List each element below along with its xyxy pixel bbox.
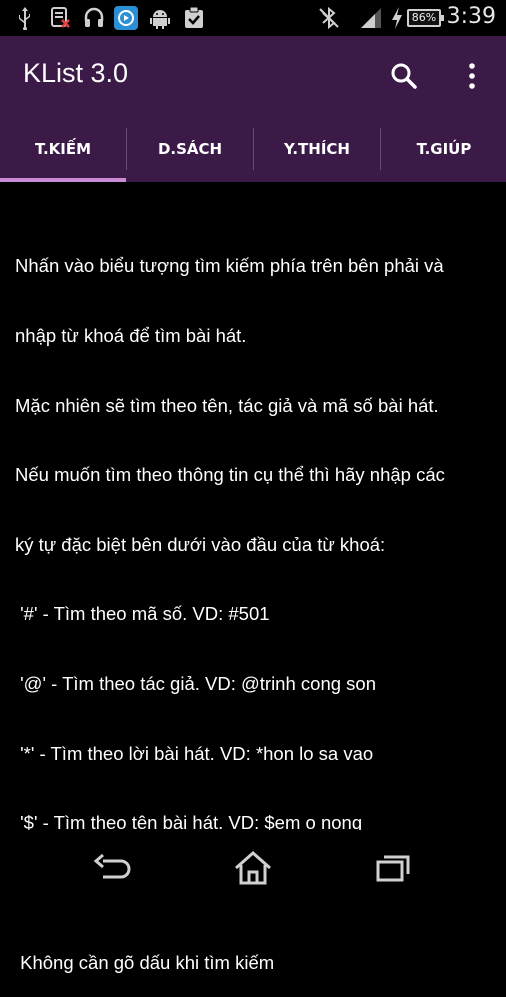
help-line: nhập từ khoá để tìm bài hát.	[15, 325, 247, 347]
bluetooth-off-icon	[316, 6, 342, 30]
battery-percent: 86%	[411, 11, 437, 24]
help-line-lyrics: '*' - Tìm theo lời bài hát. VD: *hon lo …	[15, 742, 374, 764]
help-line: ký tự đặc biệt bên dưới vào đầu của từ k…	[15, 533, 386, 555]
tab-help[interactable]: T.GIÚP	[381, 116, 506, 182]
tab-favorites[interactable]: Y.THÍCH	[254, 116, 380, 182]
help-line-author: '@' - Tìm theo tác giả. VD: @trinh cong …	[15, 673, 376, 695]
help-line: Mặc nhiên sẽ tìm theo tên, tác giả và mã…	[15, 394, 439, 416]
tab-label: D.SÁCH	[157, 140, 223, 158]
clipboard-check-icon	[182, 6, 206, 30]
help-line-note: Không cần gõ dấu khi tìm kiếm	[15, 951, 275, 973]
overflow-menu-icon[interactable]	[452, 56, 492, 96]
tab-bar: T.KIẾM D.SÁCH Y.THÍCH T.GIÚP	[0, 116, 506, 182]
signal-icon	[358, 6, 384, 30]
help-line-code: '#' - Tìm theo mã số. VD: #501	[15, 603, 270, 625]
status-time: 3:39	[446, 4, 496, 29]
android-icon	[148, 6, 172, 30]
usb-icon	[14, 6, 36, 30]
app-bar: KList 3.0	[0, 36, 506, 116]
charging-icon	[389, 6, 405, 30]
back-icon[interactable]	[88, 848, 138, 888]
search-icon[interactable]	[384, 56, 424, 96]
navigation-bar	[0, 830, 506, 900]
app-title: KList 3.0	[23, 58, 129, 88]
tab-label: Y.THÍCH	[283, 140, 350, 158]
recents-icon[interactable]	[368, 848, 418, 888]
status-bar: 86% 3:39	[0, 0, 506, 36]
tab-search[interactable]: T.KIẾM	[0, 116, 126, 182]
tab-list[interactable]: D.SÁCH	[127, 116, 253, 182]
home-icon[interactable]	[228, 848, 278, 888]
media-app-icon	[113, 5, 139, 31]
tab-label: T.GIÚP	[416, 140, 472, 158]
battery-icon: 86%	[407, 9, 444, 27]
headset-icon	[82, 6, 106, 30]
help-line: Nếu muốn tìm theo thông tin cụ thể thì h…	[15, 464, 445, 486]
selected-tab-indicator	[0, 178, 126, 182]
tab-label: T.KIẾM	[34, 140, 92, 158]
help-line: Nhấn vào biểu tượng tìm kiếm phía trên b…	[15, 255, 444, 277]
sim-data-icon	[48, 6, 72, 30]
